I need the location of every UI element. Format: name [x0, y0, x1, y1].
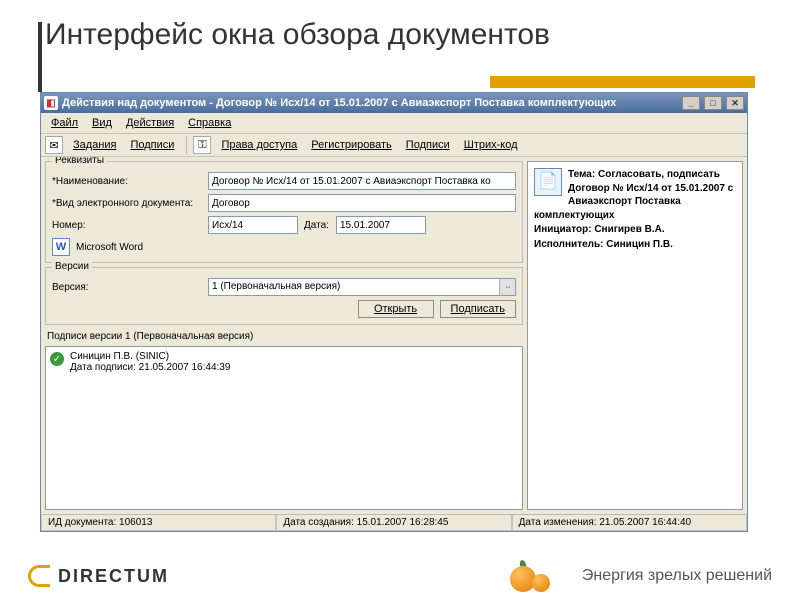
slogan-text: Энергия зрелых решений	[582, 567, 772, 585]
toolbar: ✉ Задания Подписи ⚿ Права доступа Регист…	[41, 134, 747, 157]
close-button[interactable]: ✕	[726, 96, 744, 110]
menu-help[interactable]: Справка	[182, 115, 237, 131]
input-number[interactable]	[208, 216, 298, 234]
tool-access[interactable]: Права доступа	[215, 137, 303, 153]
properties-title: Реквизиты	[52, 157, 107, 166]
sign-date: Дата подписи: 21.05.2007 16:44:39	[70, 362, 230, 373]
sign-button[interactable]: Подписать	[440, 300, 516, 318]
status-modified: Дата изменения: 21.05.2007 16:44:40	[512, 515, 747, 531]
orange-image	[498, 556, 562, 596]
check-icon: ✓	[50, 352, 64, 366]
access-icon[interactable]: ⚿	[193, 136, 211, 154]
app-label: Microsoft Word	[76, 242, 143, 253]
menubar: Файл Вид Действия Справка	[41, 113, 747, 134]
versions-group: Версии Версия: 1 (Первоначальная версия)…	[45, 267, 523, 325]
tool-register[interactable]: Регистрировать	[305, 137, 398, 153]
tool-barcode[interactable]: Штрих-код	[458, 137, 524, 153]
properties-group: Реквизиты *Наименование: *Вид электронно…	[45, 161, 523, 263]
label-number: Номер:	[52, 220, 202, 231]
task-panel: 📄 Тема: Согласовать, подписать Договор №…	[527, 161, 743, 510]
versions-title: Версии	[52, 261, 92, 272]
document-window: ◧ Действия над документом - Договор № Ис…	[40, 92, 748, 532]
input-date[interactable]	[336, 216, 426, 234]
menu-view[interactable]: Вид	[86, 115, 118, 131]
minimize-button[interactable]: _	[682, 96, 700, 110]
version-value: 1 (Первоначальная версия)	[209, 279, 499, 295]
statusbar: ИД документа: 106013 Дата создания: 15.0…	[41, 514, 747, 531]
theme-label: Тема:	[568, 169, 598, 180]
open-button[interactable]: Открыть	[358, 300, 434, 318]
app-icon: ◧	[44, 96, 58, 110]
slide-footer: DIRECTUM Энергия зрелых решений	[0, 552, 800, 600]
status-id: ИД документа: 106013	[41, 515, 276, 531]
initiator-name: Снигирев В.А.	[594, 224, 664, 235]
menu-file[interactable]: Файл	[45, 115, 84, 131]
signatures-title: Подписи версии 1 (Первоначальная версия)	[45, 329, 523, 346]
label-date: Дата:	[304, 220, 330, 231]
status-created: Дата создания: 15.01.2007 16:28:45	[276, 515, 511, 531]
menu-actions[interactable]: Действия	[120, 115, 180, 131]
theme-text: Согласовать, подписать Договор № Исх/14 …	[534, 169, 733, 221]
label-kind: *Вид электронного документа:	[52, 198, 202, 209]
brand-name: DIRECTUM	[58, 566, 169, 587]
task-icon: 📄	[534, 168, 562, 196]
signatures-list: ✓ Синицин П.В. (SINIC) Дата подписи: 21.…	[45, 346, 523, 510]
tasks-icon[interactable]: ✉	[45, 136, 63, 154]
window-title: Действия над документом - Договор № Исх/…	[62, 97, 616, 109]
slide-title: Интерфейс окна обзора документов	[45, 18, 550, 52]
performer-label: Исполнитель:	[534, 239, 606, 250]
word-icon[interactable]: W	[52, 238, 70, 256]
tool-signatures[interactable]: Подписи	[124, 137, 180, 153]
tool-sign[interactable]: Подписи	[400, 137, 456, 153]
tool-tasks[interactable]: Задания	[67, 137, 122, 153]
label-version: Версия:	[52, 282, 202, 293]
performer-name: Синицин П.В.	[606, 239, 673, 250]
signer-name: Синицин П.В. (SINIC)	[70, 351, 230, 362]
input-kind[interactable]	[208, 194, 516, 212]
window-titlebar: ◧ Действия над документом - Договор № Ис…	[41, 93, 747, 113]
maximize-button[interactable]: □	[704, 96, 722, 110]
accent-bar	[490, 76, 755, 88]
version-combo[interactable]: 1 (Первоначальная версия) ···	[208, 278, 516, 296]
version-picker-button[interactable]: ···	[499, 279, 515, 295]
brand-logo-icon	[28, 565, 50, 587]
signature-item[interactable]: ✓ Синицин П.В. (SINIC) Дата подписи: 21.…	[50, 351, 518, 373]
input-name[interactable]	[208, 172, 516, 190]
initiator-label: Инициатор:	[534, 224, 594, 235]
label-name: *Наименование:	[52, 176, 202, 187]
